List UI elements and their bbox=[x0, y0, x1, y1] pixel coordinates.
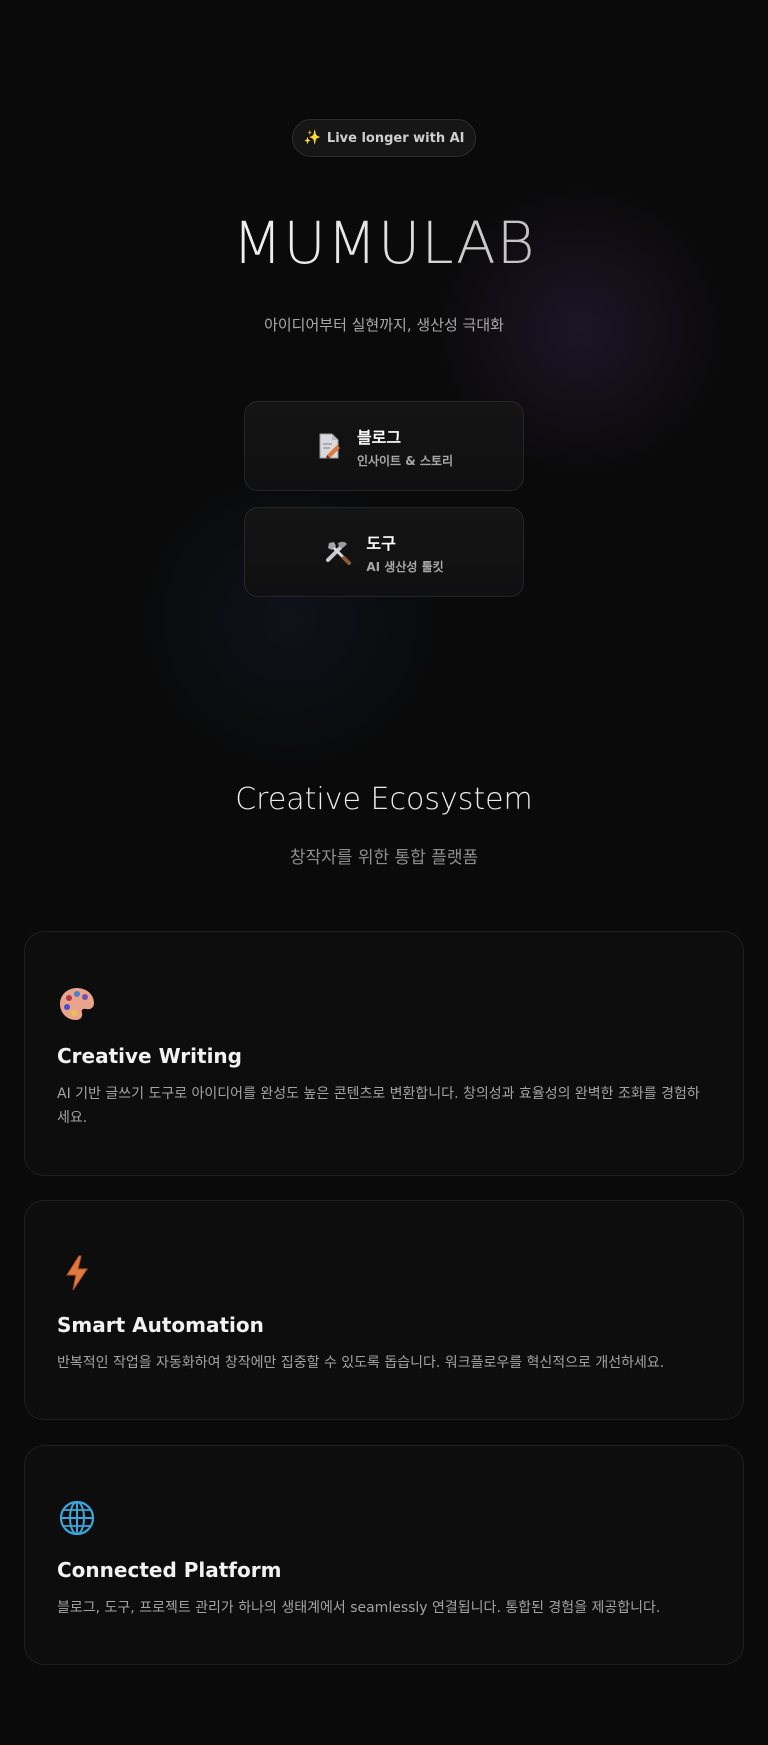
feature-title: Smart Automation bbox=[57, 1313, 264, 1337]
feature-title: Connected Platform bbox=[57, 1558, 282, 1582]
ecosystem-title: Creative Ecosystem bbox=[235, 782, 533, 817]
hero-tagline: 아이디어부터 실현까지, 생산성 극대화 bbox=[264, 316, 504, 334]
blog-subtitle: 인사이트 & 스토리 bbox=[356, 453, 454, 468]
brand-title: MUMULAB bbox=[0, 208, 768, 278]
memo-icon bbox=[315, 432, 343, 460]
hero-section: ✨ Live longer with AI MUMULAB 아이디어부터 실현까… bbox=[0, 0, 768, 700]
feature-card-creative-writing: Creative Writing AI 기반 글쓰기 도구로 아이디어를 완성도… bbox=[24, 931, 744, 1176]
blog-title: 블로그 bbox=[356, 427, 402, 447]
sparkles-icon: ✨ bbox=[303, 130, 321, 146]
tools-button[interactable]: 도구 AI 생산성 툴킷 bbox=[244, 507, 524, 597]
palette-icon bbox=[57, 984, 97, 1024]
lightning-icon bbox=[57, 1253, 97, 1293]
badge-text: Live longer with AI bbox=[326, 130, 465, 146]
feature-title: Creative Writing bbox=[57, 1044, 242, 1068]
blog-button[interactable]: 블로그 인사이트 & 스토리 bbox=[244, 401, 524, 491]
tools-title: 도구 bbox=[366, 533, 396, 553]
tools-icon bbox=[324, 538, 352, 566]
feature-description: AI 기반 글쓰기 도구로 아이디어를 완성도 높은 콘텐츠로 변환합니다. 창… bbox=[57, 1086, 700, 1126]
feature-card-smart-automation: Smart Automation 반복적인 작업을 자동화하여 창작에만 집중할… bbox=[24, 1200, 744, 1420]
live-longer-badge: ✨ Live longer with AI bbox=[292, 119, 476, 157]
feature-description: 반복적인 작업을 자동화하여 창작에만 집중할 수 있도록 돕습니다. 워크플로… bbox=[57, 1355, 665, 1371]
feature-description: 블로그, 도구, 프로젝트 관리가 하나의 생태계에서 seamlessly 연… bbox=[57, 1600, 661, 1616]
globe-icon bbox=[57, 1498, 97, 1538]
ecosystem-subtitle: 창작자를 위한 통합 플랫폼 bbox=[289, 848, 479, 868]
feature-card-connected-platform: Connected Platform 블로그, 도구, 프로젝트 관리가 하나의… bbox=[24, 1445, 744, 1665]
tools-subtitle: AI 생산성 툴킷 bbox=[366, 559, 444, 574]
